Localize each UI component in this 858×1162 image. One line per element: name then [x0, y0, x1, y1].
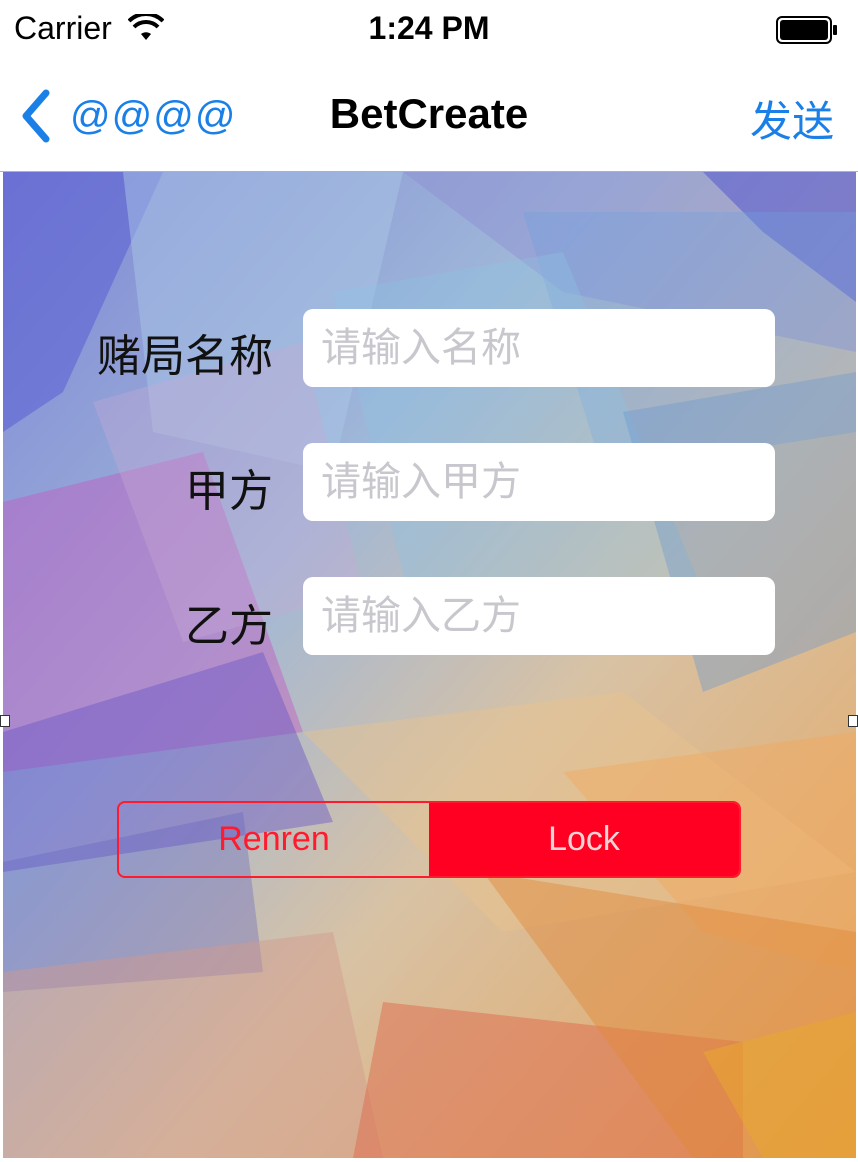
party-a-input[interactable]	[303, 443, 775, 521]
navigation-bar: @@@@ BetCreate 发送	[0, 58, 858, 172]
bet-name-label: 赌局名称	[97, 332, 273, 381]
segment-lock[interactable]: Lock	[429, 803, 739, 876]
battery-icon	[776, 16, 837, 44]
party-b-input[interactable]	[303, 577, 775, 655]
mode-segmented-control: Renren Lock	[117, 801, 741, 878]
form-container: 赌局名称 甲方 乙方 Renren Lock	[3, 172, 856, 1158]
party-a-label: 甲方	[185, 467, 273, 516]
status-bar: Carrier 1:24 PM	[0, 0, 858, 58]
bet-name-input[interactable]	[303, 309, 775, 387]
resize-handle-left[interactable]	[0, 715, 10, 727]
send-button[interactable]: 发送	[750, 88, 834, 149]
status-time: 1:24 PM	[368, 10, 490, 46]
resize-handle-right[interactable]	[848, 715, 858, 727]
party-b-label: 乙方	[185, 602, 273, 651]
page-title: BetCreate	[329, 90, 529, 137]
segment-renren[interactable]: Renren	[119, 803, 429, 876]
